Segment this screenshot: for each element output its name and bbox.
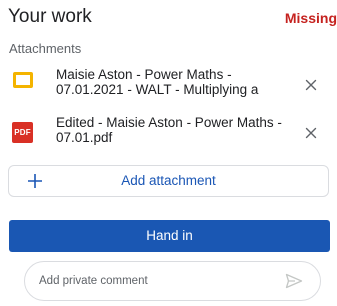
page-title: Your work (8, 6, 92, 27)
pdf-icon: PDF (12, 122, 33, 143)
add-attachment-button[interactable]: Add attachment (8, 165, 329, 197)
close-icon[interactable] (302, 124, 320, 142)
attachment-title: Maisie Aston - Power Maths - 07.01.2021 … (56, 67, 259, 97)
add-attachment-label: Add attachment (121, 173, 216, 188)
send-icon[interactable] (285, 273, 303, 289)
plus-icon (27, 173, 43, 189)
private-comment-box (24, 261, 321, 301)
attachment-item[interactable]: Maisie Aston - Power Maths - 07.01.2021 … (0, 64, 337, 110)
attachments-label: Attachments (9, 41, 82, 56)
slides-icon (13, 72, 33, 88)
status-badge: Missing (284, 10, 337, 26)
hand-in-button[interactable]: Hand in (9, 220, 330, 252)
close-icon[interactable] (302, 76, 320, 94)
attachment-title: Edited - Maisie Aston - Power Maths - 07… (56, 115, 282, 145)
private-comment-input[interactable] (39, 271, 279, 291)
attachment-item[interactable]: PDF Edited - Maisie Aston - Power Maths … (0, 112, 337, 158)
